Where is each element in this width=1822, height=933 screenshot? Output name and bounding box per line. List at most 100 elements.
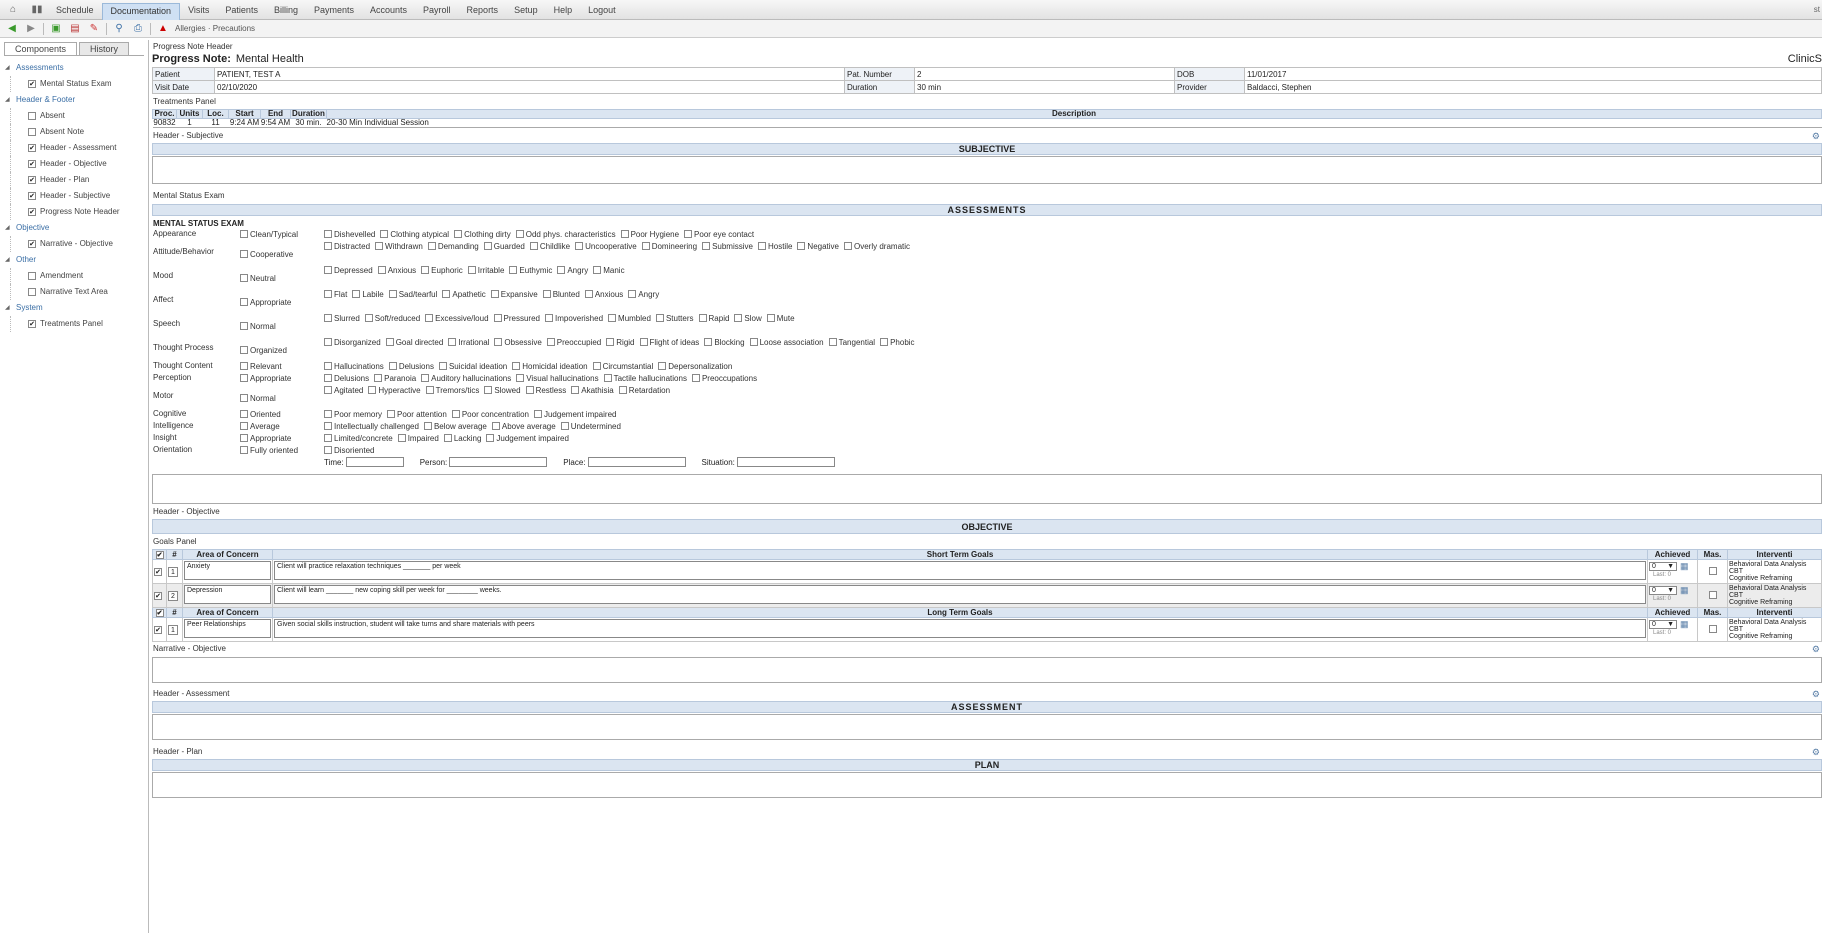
mse-option-checkbox[interactable] (324, 374, 332, 382)
mse-normal-option[interactable]: Normal (240, 312, 324, 336)
mse-option-checkbox[interactable] (493, 314, 502, 322)
tree-group[interactable]: Header & Footer (0, 92, 148, 108)
tree-item[interactable]: Absent Note (0, 124, 148, 140)
intervention-item[interactable]: Behavioral Data Analysis (1729, 619, 1820, 626)
tree-item-checkbox[interactable]: ✔ (28, 240, 36, 248)
intervention-item[interactable]: Behavioral Data Analysis (1729, 561, 1820, 568)
mse-option[interactable]: Circumstantial (592, 360, 653, 372)
sign-icon[interactable]: ✎ (87, 23, 101, 35)
goal-select[interactable]: ✔ (152, 559, 167, 584)
mse-option-checkbox[interactable] (324, 314, 332, 322)
tree-item-checkbox[interactable]: ✔ (28, 80, 36, 88)
mse-option[interactable]: Euphoric (421, 264, 463, 276)
area-input[interactable]: Depression (184, 585, 271, 604)
mse-option[interactable]: Tangential (828, 336, 875, 348)
mse-option[interactable]: Hostile (757, 240, 792, 252)
mse-option-checkbox[interactable] (592, 362, 601, 370)
mse-option-checkbox[interactable] (512, 362, 521, 370)
mse-option[interactable]: Flight of ideas (639, 336, 699, 348)
mse-normal-checkbox[interactable] (240, 250, 248, 258)
mse-option[interactable]: Submissive (702, 240, 753, 252)
mse-option[interactable]: Flat (324, 288, 347, 300)
mse-option[interactable]: Judgement impaired (533, 408, 616, 420)
home-icon[interactable]: ⌂ (0, 4, 26, 16)
mse-option[interactable]: Agitated (324, 384, 363, 396)
tree-item-checkbox[interactable]: ✔ (28, 192, 36, 200)
mse-normal-checkbox[interactable] (240, 274, 248, 282)
mse-option-checkbox[interactable] (603, 374, 612, 382)
mse-option[interactable]: Clothing atypical (380, 228, 449, 240)
narrative-textarea[interactable] (152, 657, 1822, 683)
mse-option-checkbox[interactable] (628, 290, 637, 298)
mse-option[interactable]: Poor eye contact (684, 228, 754, 240)
mse-option-checkbox[interactable] (486, 434, 495, 442)
mse-option-checkbox[interactable] (324, 362, 332, 370)
mse-option-checkbox[interactable] (423, 422, 432, 430)
subjective-textarea[interactable] (152, 156, 1822, 184)
mse-option-checkbox[interactable] (484, 386, 493, 394)
mse-option[interactable]: Akathisia (571, 384, 614, 396)
achieved-select[interactable]: 0 ▼ (1649, 620, 1677, 629)
mse-option[interactable]: Poor Hygiene (620, 228, 679, 240)
tree-item-checkbox[interactable]: ✔ (28, 208, 36, 216)
mse-option-checkbox[interactable] (797, 242, 806, 250)
goal-num-input[interactable]: 2 (168, 590, 178, 601)
mse-normal-checkbox[interactable] (240, 322, 248, 330)
tree-item[interactable]: ✔ Header - Subjective (0, 188, 148, 204)
mse-normal-option[interactable]: Relevant (240, 360, 324, 372)
mse-option[interactable]: Labile (352, 288, 384, 300)
mse-option[interactable]: Intellectually challenged (324, 420, 419, 432)
mse-option[interactable]: Angry (628, 288, 659, 300)
settings-icon[interactable]: ⚙ (1812, 131, 1820, 141)
mse-textarea[interactable] (152, 474, 1822, 504)
mse-option-checkbox[interactable] (620, 230, 629, 238)
mse-option-checkbox[interactable] (443, 434, 452, 442)
goal-num-input[interactable]: 1 (168, 624, 178, 635)
intervention-item[interactable]: Behavioral Data Analysis (1729, 585, 1820, 592)
mse-option[interactable]: Delusions (324, 372, 369, 384)
mse-normal-checkbox[interactable] (240, 346, 248, 354)
mse-option-checkbox[interactable] (454, 230, 463, 238)
mse-option[interactable]: Homicidal ideation (512, 360, 588, 372)
mse-option[interactable]: Slowed (484, 384, 521, 396)
mse-option-checkbox[interactable] (571, 386, 580, 394)
mse-option[interactable]: Hyperactive (368, 384, 421, 396)
tree-item-checkbox[interactable] (28, 288, 36, 296)
mse-option[interactable]: Poor memory (324, 408, 382, 420)
mse-option-checkbox[interactable] (704, 338, 713, 346)
allergies-label[interactable]: Allergies · Precautions (175, 24, 255, 33)
tab-components[interactable]: Components (4, 42, 78, 55)
intervention-item[interactable]: Cognitive Reframing (1729, 633, 1820, 640)
mse-option[interactable]: Negative (797, 240, 839, 252)
tree-item[interactable]: Amendment (0, 268, 148, 284)
mse-option[interactable]: Irrational (448, 336, 489, 348)
pdf-icon[interactable]: ▤ (68, 23, 82, 35)
calendar-icon[interactable]: ▦ (1680, 585, 1689, 596)
menu-billing[interactable]: Billing (266, 0, 306, 20)
mse-option[interactable]: Tremors/tics (425, 384, 479, 396)
intervention-item[interactable]: CBT (1729, 626, 1820, 633)
tree-item-checkbox[interactable]: ✔ (28, 320, 36, 328)
tree-item[interactable]: ✔ Treatments Panel (0, 316, 148, 332)
mse-option-checkbox[interactable] (442, 290, 451, 298)
mse-option[interactable]: Irritable (467, 264, 504, 276)
mse-option-checkbox[interactable] (388, 362, 397, 370)
mse-option-checkbox[interactable] (691, 374, 700, 382)
back-icon[interactable]: ◀ (5, 23, 19, 35)
mse-option-checkbox[interactable] (575, 242, 584, 250)
mse-option-checkbox[interactable] (757, 242, 766, 250)
mse-option-checkbox[interactable] (324, 338, 332, 346)
mse-normal-option[interactable]: Appropriate (240, 432, 324, 444)
mse-option-checkbox[interactable] (388, 290, 397, 298)
mse-option[interactable]: Blocking (704, 336, 745, 348)
save-icon[interactable]: ▣ (49, 23, 63, 35)
mse-option[interactable]: Dishevelled (324, 228, 375, 240)
mse-option[interactable]: Anxious (377, 264, 416, 276)
mse-option[interactable]: Retardation (618, 384, 670, 396)
mse-option[interactable]: Above average (491, 420, 556, 432)
mse-option[interactable]: Apathetic (442, 288, 486, 300)
tree-group[interactable]: Other (0, 252, 148, 268)
mse-option-checkbox[interactable] (380, 230, 389, 238)
mse-option-checkbox[interactable] (324, 290, 332, 298)
mse-option[interactable]: Blunted (542, 288, 580, 300)
